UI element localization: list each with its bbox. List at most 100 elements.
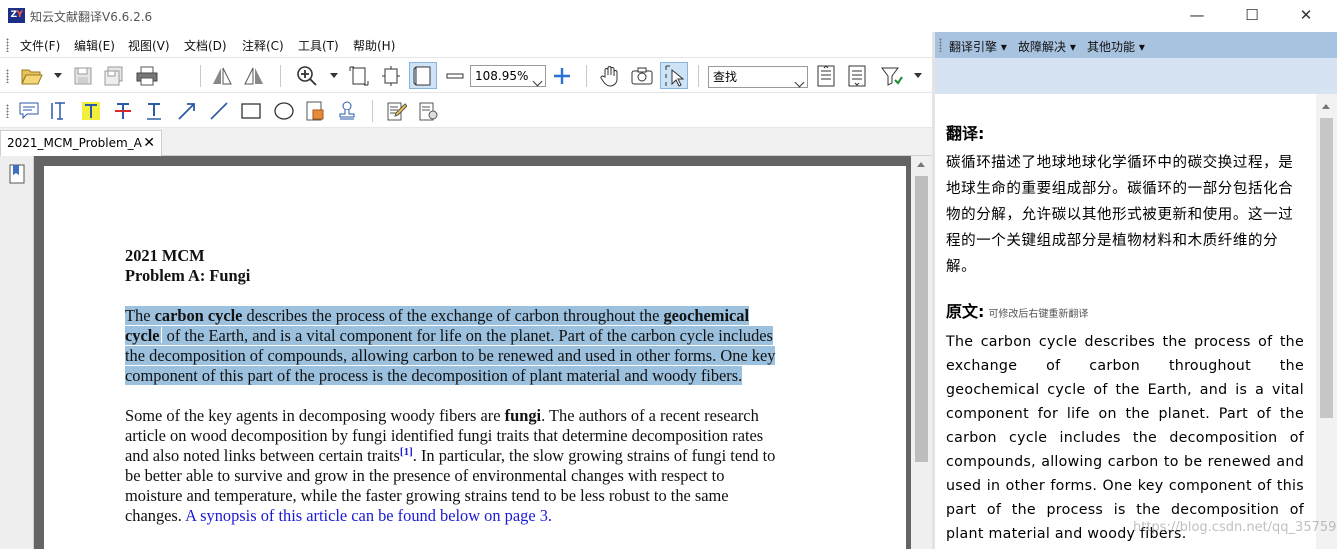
close-button[interactable]: ✕ bbox=[1283, 0, 1329, 32]
stamp-tool-icon[interactable] bbox=[333, 97, 361, 124]
underline-text-icon[interactable] bbox=[140, 97, 168, 124]
viewer-scrollbar[interactable] bbox=[911, 156, 932, 549]
flip-vertical-icon[interactable] bbox=[240, 62, 268, 89]
menu-comment[interactable]: 注释(C) bbox=[242, 37, 284, 54]
toolbar-separator bbox=[698, 65, 699, 87]
menu-document[interactable]: 文档(D) bbox=[184, 37, 227, 54]
flip-horizontal-icon[interactable] bbox=[208, 62, 236, 89]
rectangle-tool-icon[interactable] bbox=[237, 97, 265, 124]
menu-tools[interactable]: 工具(T) bbox=[298, 37, 339, 54]
actual-size-icon[interactable] bbox=[409, 62, 437, 89]
toolbar-separator bbox=[372, 100, 373, 122]
original-hint: 可修改后右键重新翻译 bbox=[988, 309, 1089, 320]
toolbar-grip[interactable] bbox=[6, 104, 9, 118]
paragraph1-line1[interactable]: The carbon cycle describes the process o… bbox=[125, 306, 750, 326]
find-next-icon[interactable] bbox=[843, 62, 871, 89]
filter-icon[interactable] bbox=[878, 62, 906, 89]
hand-tool-icon[interactable] bbox=[596, 62, 624, 89]
paragraph2-line3[interactable]: and also noted links between certain tra… bbox=[125, 446, 775, 466]
zoom-level-select[interactable]: 108.95% bbox=[470, 65, 546, 87]
maximize-button[interactable]: ☐ bbox=[1229, 0, 1275, 32]
paragraph2-line4[interactable]: be better able to survive and grow in th… bbox=[125, 466, 724, 486]
doc-heading-problem: Problem A: Fungi bbox=[125, 266, 251, 285]
fit-page-icon[interactable] bbox=[345, 62, 373, 89]
text-insert-icon[interactable] bbox=[46, 97, 74, 124]
scroll-up-arrow[interactable] bbox=[1322, 104, 1330, 109]
open-dropdown-arrow[interactable] bbox=[54, 73, 62, 78]
find-label: 查找 bbox=[713, 70, 738, 84]
bookmark-icon[interactable] bbox=[9, 164, 25, 187]
translation-panel-toolbar: 翻译引擎 ▾ 故障解决 ▾ 其他功能 ▾ bbox=[935, 32, 1337, 58]
paragraph2-line6[interactable]: changes. A synopsis of this article can … bbox=[125, 506, 552, 526]
menubar-grip[interactable] bbox=[6, 38, 9, 52]
minimize-button[interactable]: — bbox=[1174, 0, 1220, 32]
paragraph1-line4[interactable]: component of this part of the process is… bbox=[125, 366, 743, 386]
strikethrough-icon[interactable] bbox=[109, 97, 137, 124]
panel-band bbox=[935, 58, 1337, 94]
menu-troubleshoot[interactable]: 故障解决 ▾ bbox=[1018, 38, 1076, 55]
chevron-down-icon bbox=[794, 72, 805, 92]
zoom-level-value: 108.95% bbox=[475, 69, 529, 83]
line-tool-icon[interactable] bbox=[205, 97, 233, 124]
filter-dropdown-arrow[interactable] bbox=[914, 73, 922, 78]
zoom-in-icon[interactable] bbox=[293, 62, 321, 89]
paragraph1-line3[interactable]: the decomposition of compounds, allowing… bbox=[125, 346, 776, 366]
app-logo: ZY bbox=[8, 8, 25, 23]
menu-file[interactable]: 文件(F) bbox=[20, 37, 60, 54]
menu-translation-engine[interactable]: 翻译引擎 ▾ bbox=[949, 38, 1007, 55]
open-folder-icon[interactable] bbox=[18, 62, 46, 89]
menu-edit[interactable]: 编辑(E) bbox=[74, 37, 115, 54]
zoom-dropdown-arrow[interactable] bbox=[330, 73, 338, 78]
paragraph1-line2[interactable]: cycle of the Earth, and is a vital compo… bbox=[125, 326, 773, 346]
paragraph2-line5[interactable]: moisture and temperature, while the fast… bbox=[125, 486, 729, 506]
synopsis-link[interactable]: A synopsis of this article can be found … bbox=[185, 506, 552, 525]
watermark-text: https://blog.csdn.net/qq_35759272 bbox=[1133, 520, 1337, 535]
panel-grip[interactable] bbox=[939, 38, 942, 52]
paragraph2-line2[interactable]: article on wood decomposition by fungi i… bbox=[125, 426, 763, 446]
chevron-down-icon bbox=[532, 71, 543, 91]
note-comment-icon[interactable] bbox=[15, 97, 43, 124]
menu-view[interactable]: 视图(V) bbox=[128, 37, 170, 54]
original-heading: 原文: 可修改后右键重新翻译 bbox=[946, 302, 1089, 321]
translation-text[interactable]: 碳循环描述了地球地球化学循环中的碳交换过程，是地球生命的重要组成部分。碳循环的一… bbox=[946, 150, 1308, 280]
panel-scrollbar[interactable] bbox=[1316, 94, 1337, 549]
snapshot-icon[interactable] bbox=[628, 62, 656, 89]
print-icon[interactable] bbox=[133, 62, 161, 89]
tab-label: 2021_MCM_Problem_A bbox=[7, 136, 142, 150]
menu-help[interactable]: 帮助(H) bbox=[353, 37, 395, 54]
reference-link[interactable]: [1] bbox=[400, 446, 413, 458]
select-text-icon[interactable] bbox=[660, 62, 688, 89]
zoom-plus-icon[interactable] bbox=[548, 62, 576, 89]
edit-notes-icon[interactable] bbox=[383, 97, 411, 124]
scroll-up-arrow[interactable] bbox=[917, 162, 925, 167]
scroll-thumb[interactable] bbox=[1320, 118, 1333, 418]
paragraph2-line1[interactable]: Some of the key agents in decomposing wo… bbox=[125, 406, 759, 426]
toolbar-grip[interactable] bbox=[6, 69, 9, 83]
zoom-out-icon[interactable] bbox=[441, 62, 469, 89]
save-icon[interactable] bbox=[69, 62, 97, 89]
title-bar: ZY 知云文献翻译V6.6.2.6 bbox=[0, 0, 932, 32]
close-icon[interactable]: ✕ bbox=[143, 131, 155, 155]
translation-heading: 翻译: bbox=[946, 124, 985, 143]
annotation-toolbar bbox=[0, 94, 932, 128]
find-select[interactable]: 查找 bbox=[708, 66, 808, 88]
window-title: 知云文献翻译V6.6.2.6 bbox=[30, 10, 153, 24]
arrow-tool-icon[interactable] bbox=[173, 97, 201, 124]
text-cursor bbox=[160, 327, 162, 343]
original-text-editor[interactable]: The carbon cycle describes the process o… bbox=[946, 330, 1304, 546]
fit-width-icon[interactable] bbox=[377, 62, 405, 89]
toolbar-separator bbox=[586, 65, 587, 87]
scroll-thumb[interactable] bbox=[915, 176, 928, 462]
edit-settings-icon[interactable] bbox=[415, 97, 443, 124]
menu-bar: 文件(F) 编辑(E) 视图(V) 文档(D) 注释(C) 工具(T) 帮助(H… bbox=[0, 32, 932, 58]
save-all-icon[interactable] bbox=[100, 62, 128, 89]
highlight-text-icon[interactable] bbox=[77, 97, 105, 124]
menu-other-functions[interactable]: 其他功能 ▾ bbox=[1087, 38, 1145, 55]
toolbar-separator bbox=[280, 65, 281, 87]
ellipse-tool-icon[interactable] bbox=[270, 97, 298, 124]
bookmark-sidebar bbox=[0, 156, 34, 549]
image-insert-icon[interactable] bbox=[301, 97, 329, 124]
pdf-page: 2021 MCM Problem A: Fungi The carbon cyc… bbox=[44, 166, 906, 549]
tab-document[interactable]: 2021_MCM_Problem_A ✕ bbox=[0, 130, 162, 156]
find-previous-icon[interactable] bbox=[812, 62, 840, 89]
